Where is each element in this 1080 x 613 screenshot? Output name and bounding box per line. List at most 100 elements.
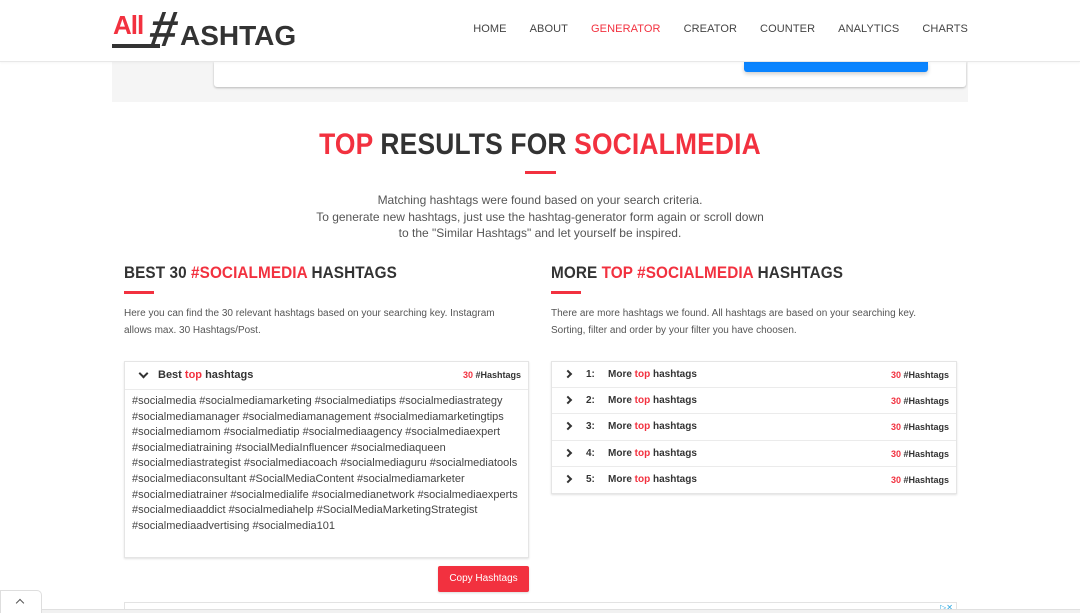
scroll-up-tab[interactable] (0, 590, 42, 613)
label-part3: hashtags (650, 421, 697, 433)
more-hashtags-item-3[interactable]: 3: More top hashtags 30 #Hashtags (552, 414, 956, 441)
item-label: More top hashtags (608, 369, 697, 380)
logo-all: All (113, 10, 144, 40)
more-section-title: MORE TOP #SOCIALMEDIA HASHTAGS (551, 263, 843, 283)
item-label: More top hashtags (608, 395, 697, 406)
bottom-bar (0, 609, 1080, 613)
label-part1: More (608, 447, 635, 459)
count-number: 30 (890, 422, 901, 433)
best-title-divider (124, 291, 154, 294)
item-number: 3: (586, 421, 595, 433)
logo-hash: # (146, 1, 182, 57)
more-hashtags-list: 1: More top hashtags 30 #Hashtags 2: Mor… (551, 361, 957, 494)
generate-button[interactable] (744, 62, 928, 72)
label-part1: Best (158, 369, 185, 381)
label-part1: More (608, 369, 635, 380)
more-hashtags-item-5[interactable]: 5: More top hashtags 30 #Hashtags (552, 467, 956, 493)
title-divider (525, 171, 556, 174)
count-number: 30 (890, 474, 901, 485)
page-title: TOP RESULTS FOR SOCIALMEDIA (65, 128, 1015, 162)
item-count: 30 #Hashtags (891, 370, 949, 380)
logo-ashtag: ASHTAG (180, 20, 297, 51)
label-part3: hashtags (650, 369, 697, 380)
label-part3: hashtags (650, 395, 697, 407)
best-hashtags-count: 30 #Hashtags (463, 370, 521, 380)
best-section-title: BEST 30 #SOCIALMEDIA HASHTAGS (124, 263, 397, 283)
item-count: 30 #Hashtags (891, 422, 949, 432)
title-middle: RESULTS FOR (372, 128, 575, 161)
count-suffix: #Hashtags (900, 422, 949, 433)
intro-line-2: To generate new hashtags, just use the h… (316, 209, 764, 224)
item-label: More top hashtags (608, 474, 697, 485)
count-number: 30 (890, 448, 901, 459)
label-part1: More (608, 395, 635, 407)
count-suffix: #Hashtags (900, 370, 949, 380)
item-number: 1: (586, 369, 595, 380)
nav-about[interactable]: ABOUT (530, 23, 568, 35)
count-number: 30 (890, 370, 901, 380)
item-count: 30 #Hashtags (891, 475, 949, 485)
chevron-down-icon (138, 368, 149, 379)
title-keyword: SOCIALMEDIA (574, 128, 761, 161)
count-suffix: #Hashtags (472, 370, 521, 380)
label-part1: More (608, 473, 635, 485)
item-label: More top hashtags (608, 448, 697, 459)
label-top: top (634, 421, 651, 433)
nav-generator[interactable]: GENERATOR (591, 23, 661, 35)
more-title-part1: MORE (551, 263, 602, 282)
nav-charts[interactable]: CHARTS (922, 23, 968, 35)
best-title-part1: BEST 30 (124, 263, 192, 282)
item-number: 2: (586, 395, 595, 407)
label-top: top (184, 369, 203, 381)
intro-text: Matching hashtags were found based on yo… (0, 192, 1080, 242)
best-hashtags-header[interactable]: Best top hashtags 30 #Hashtags (125, 362, 528, 390)
more-hashtags-item-2[interactable]: 2: More top hashtags 30 #Hashtags (552, 388, 956, 415)
more-hashtags-item-4[interactable]: 4: More top hashtags 30 #Hashtags (552, 441, 956, 467)
item-number: 4: (586, 447, 595, 459)
label-top: top (634, 447, 651, 459)
chevron-right-icon (563, 395, 573, 405)
item-label: More top hashtags (608, 421, 697, 432)
count-number: 30 (890, 396, 901, 407)
copy-hashtags-button[interactable]: Copy Hashtags (438, 566, 529, 592)
item-count: 30 #Hashtags (891, 449, 949, 459)
count-suffix: #Hashtags (900, 474, 949, 485)
best-hashtags-text[interactable]: #socialmedia #socialmediamarketing #soci… (125, 390, 528, 538)
nav-analytics[interactable]: ANALYTICS (838, 23, 899, 35)
best-hashtags-panel: Best top hashtags 30 #Hashtags #socialme… (124, 361, 529, 558)
more-description: There are more hashtags we found. All ha… (551, 308, 917, 336)
label-part3: hashtags (650, 473, 697, 485)
chevron-up-icon (15, 598, 25, 608)
site-logo[interactable]: All # ASHTAG (112, 1, 297, 60)
best-description: Here you can find the 30 relevant hashta… (124, 308, 495, 336)
label-part3: hashtags (202, 369, 254, 381)
chevron-right-icon (563, 448, 573, 457)
nav-counter[interactable]: COUNTER (760, 23, 815, 35)
generator-form-section (112, 62, 968, 102)
item-count: 30 #Hashtags (891, 396, 949, 406)
label-top: top (634, 369, 651, 380)
site-header: All # ASHTAG HOME ABOUT GENERATOR CREATO… (0, 0, 1080, 62)
nav-home[interactable]: HOME (473, 23, 506, 35)
count-suffix: #Hashtags (900, 448, 949, 459)
intro-line-1: Matching hashtags were found based on yo… (377, 193, 703, 207)
chevron-right-icon (563, 474, 573, 483)
chevron-right-icon (563, 369, 573, 379)
best-hashtags-label: Best top hashtags (158, 369, 253, 381)
item-number: 5: (586, 473, 595, 485)
count-suffix: #Hashtags (900, 396, 949, 407)
label-top: top (634, 395, 651, 407)
main-nav: HOME ABOUT GENERATOR CREATOR COUNTER ANA… (450, 23, 968, 35)
best-title-part3: HASHTAGS (307, 263, 397, 282)
chevron-right-icon (563, 422, 573, 431)
title-top: TOP (319, 128, 373, 161)
label-part3: hashtags (650, 447, 697, 459)
best-title-keyword: #SOCIALMEDIA (191, 263, 308, 282)
nav-creator[interactable]: CREATOR (684, 23, 737, 35)
more-title-part3: HASHTAGS (753, 263, 844, 282)
more-title-keyword: TOP #SOCIALMEDIA (601, 263, 754, 282)
intro-line-3: to the "Similar Hashtags" and let yourse… (398, 226, 682, 240)
generator-form-card (214, 62, 966, 87)
more-hashtags-item-1[interactable]: 1: More top hashtags 30 #Hashtags (552, 362, 956, 389)
label-part1: More (608, 421, 635, 433)
